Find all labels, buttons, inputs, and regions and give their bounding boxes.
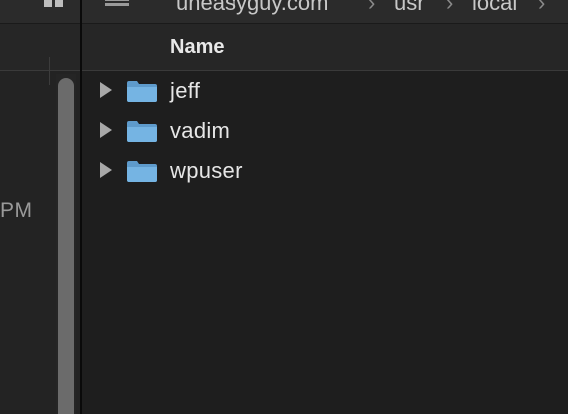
drive-icon[interactable] (104, 0, 130, 8)
list-item[interactable]: wpuser (82, 151, 568, 191)
disclosure-triangle-icon[interactable] (100, 82, 112, 98)
breadcrumb-local[interactable]: local (472, 0, 517, 16)
list-item[interactable]: vadim (82, 111, 568, 151)
breadcrumb-host[interactable]: uneasyguy.com (176, 0, 328, 16)
chevron-right-icon: › (538, 0, 546, 15)
list-item-label: wpuser (170, 158, 243, 183)
folder-icon (127, 121, 157, 142)
folder-icon (127, 161, 157, 182)
disclosure-triangle-icon[interactable] (100, 122, 112, 138)
scrollbar-thumb[interactable] (58, 78, 74, 414)
list-item[interactable]: jeff (82, 71, 568, 111)
finder-window: PM uneasyguy.com › usr › local › Name je… (0, 0, 568, 414)
view-options-icon[interactable] (44, 0, 64, 8)
column-header-name[interactable]: Name (170, 36, 224, 59)
column-divider[interactable] (49, 57, 50, 85)
path-bar: uneasyguy.com › usr › local › (82, 0, 568, 24)
chevron-right-icon: › (446, 0, 454, 15)
chevron-right-icon: › (368, 0, 376, 15)
breadcrumb-usr[interactable]: usr (394, 0, 425, 16)
folder-icon (127, 81, 157, 102)
left-toolbar (0, 0, 80, 24)
date-modified-fragment: PM (0, 199, 33, 222)
list-item-label: jeff (170, 78, 201, 103)
file-list: jeff vadim wpuser (82, 71, 568, 191)
list-item-label: vadim (170, 118, 231, 143)
left-pane: PM (0, 0, 80, 414)
disclosure-triangle-icon[interactable] (100, 162, 112, 178)
left-column-header (0, 24, 80, 85)
column-header: Name (82, 24, 568, 71)
